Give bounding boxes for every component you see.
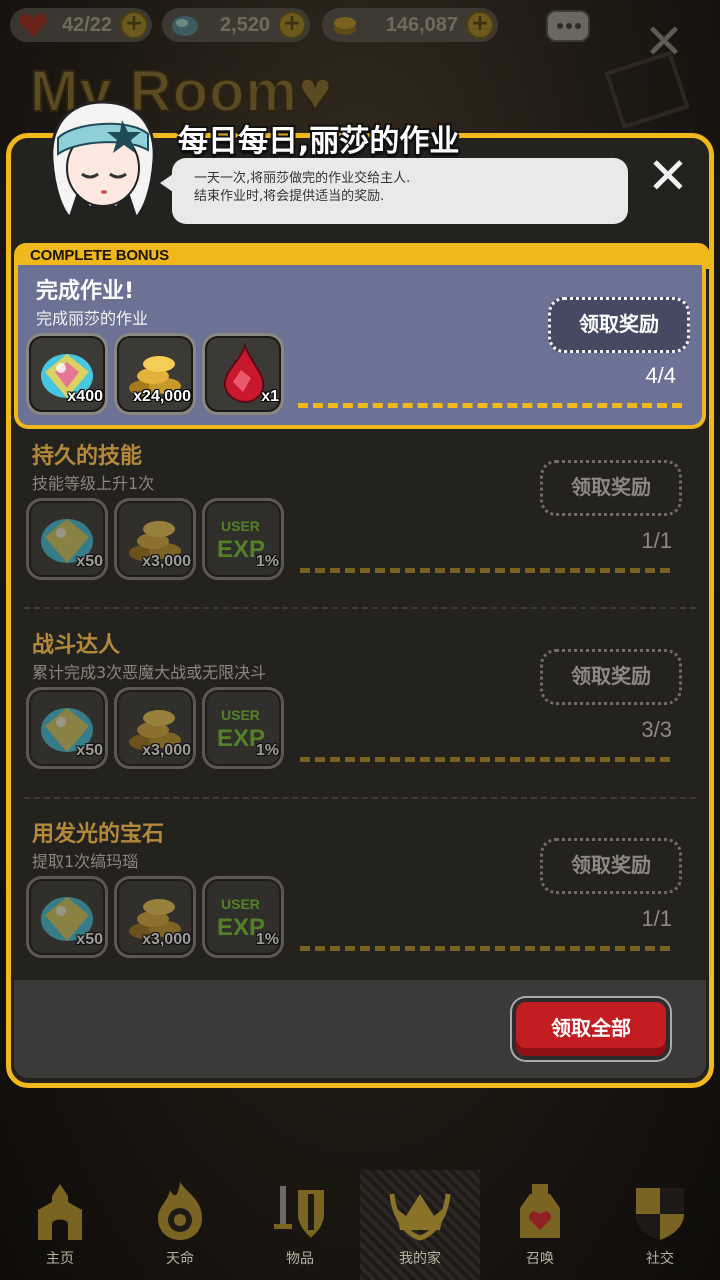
reward-gold-coins: x3,000	[114, 687, 196, 769]
nav-home[interactable]: 主页	[0, 1170, 120, 1280]
mission-dialog-title: 每日每日,丽莎的作业	[178, 124, 460, 159]
mission-title: 完成作业!	[36, 279, 135, 304]
background-close-icon: ✕	[643, 14, 685, 70]
claim-reward-button[interactable]: 领取奖励	[540, 838, 682, 894]
mission-progress: 4/4	[645, 363, 676, 388]
mission-progress: 1/1	[641, 528, 672, 553]
nav-summon[interactable]: 召唤	[480, 1170, 600, 1280]
mission-row-battle-master: 战斗达人 累计完成3次恶魔大战或无限决斗 x50 x3,000 USER EXP	[14, 619, 706, 804]
gold-coin-icon	[334, 17, 356, 35]
mission-title: 战斗达人	[32, 633, 121, 658]
items-sword-shield-icon	[274, 1186, 324, 1238]
reward-quantity: x50	[76, 553, 103, 570]
nav-label: 天命	[166, 1251, 194, 1267]
fate-flame-icon	[158, 1182, 202, 1240]
nav-my-home[interactable]: 我的家	[360, 1170, 480, 1280]
reward-user-exp: USER EXP 1%	[202, 498, 284, 580]
reward-quantity: x3,000	[142, 931, 191, 948]
reward-quantity: x3,000	[142, 553, 191, 570]
top-status-bar: 42/22 + 2,520 + 146,087 +	[0, 0, 720, 50]
claim-reward-button[interactable]: 领取奖励	[540, 460, 682, 516]
mission-title: 持久的技能	[32, 444, 143, 469]
mission-row-complete-homework: 完成作业! 完成丽莎的作业 x400 x24,000 x1 领取奖励 4/4	[14, 265, 706, 429]
reward-quantity: 1%	[255, 553, 279, 570]
mission-description: 技能等级上升1次	[32, 474, 155, 493]
gem-icon	[172, 16, 198, 36]
mission-title: 用发光的宝石	[32, 822, 165, 847]
mission-row-glowing-gem: 用发光的宝石 提取1次缟玛瑙 x50 x3,000 USER EXP 1% 领取…	[14, 808, 706, 993]
reward-quantity: x400	[67, 388, 103, 405]
reward-rainbow-gem: x50	[26, 498, 108, 580]
reward-rainbow-gem: x50	[26, 687, 108, 769]
add-gems-button[interactable]: +	[278, 11, 306, 39]
reward-user-exp: USER EXP 1%	[202, 876, 284, 958]
social-shield-icon	[636, 1188, 684, 1240]
mission-description: 累计完成3次恶魔大战或无限决斗	[32, 663, 267, 682]
speech-bubble: 一天一次,将丽莎做完的作业交给主人. 结束作业时,将会提供适当的奖励.	[160, 158, 628, 224]
reward-quantity: x50	[76, 742, 103, 759]
progress-dash-line	[300, 946, 670, 951]
svg-text:USER: USER	[221, 518, 260, 534]
mission-description: 提取1次缟玛瑙	[32, 852, 139, 871]
progress-dash-line	[300, 757, 670, 762]
mission-row-skill-up: 持久的技能 技能等级上升1次 x50 x3,000 USER EXP 1% 领取…	[14, 430, 706, 615]
home-icon	[38, 1184, 82, 1240]
claim-all-button[interactable]: 领取全部	[512, 998, 670, 1060]
reward-quantity: x3,000	[142, 742, 191, 759]
nav-label: 召唤	[526, 1251, 554, 1267]
row-divider	[24, 607, 696, 609]
claim-reward-button[interactable]: 领取奖励	[540, 649, 682, 705]
add-hearts-button[interactable]: +	[120, 11, 148, 39]
nav-fate[interactable]: 天命	[120, 1170, 240, 1280]
progress-dash-line	[300, 568, 670, 573]
progress-dash-line	[298, 403, 682, 408]
hearts-value: 42/22	[61, 14, 112, 36]
nav-items[interactable]: 物品	[240, 1170, 360, 1280]
nav-social[interactable]: 社交	[600, 1170, 720, 1280]
mission-description: 完成丽莎的作业	[36, 309, 149, 328]
reward-user-exp: USER EXP 1%	[202, 687, 284, 769]
reward-gold-coins: x3,000	[114, 498, 196, 580]
reward-quantity: 1%	[255, 931, 279, 948]
summon-potion-icon	[520, 1184, 560, 1238]
claim-reward-button[interactable]: 领取奖励	[548, 297, 690, 353]
reward-quantity: x50	[76, 931, 103, 948]
gold-counter: 146,087 +	[322, 8, 498, 42]
add-gold-button[interactable]: +	[466, 11, 494, 39]
close-dialog-icon[interactable]: ✕	[646, 151, 690, 201]
nav-label: 物品	[286, 1251, 314, 1267]
reward-rainbow-gem: x400	[26, 333, 108, 415]
reward-quantity: x24,000	[133, 388, 191, 405]
reward-gold-coins: x3,000	[114, 876, 196, 958]
bottom-navigation: 主页 天命 物品 我的家 召唤 社交	[0, 1170, 720, 1280]
heart-icon	[19, 13, 47, 37]
chat-button[interactable]	[546, 10, 590, 42]
reward-quantity: 1%	[255, 742, 279, 759]
svg-text:USER: USER	[221, 896, 260, 912]
row-divider	[24, 797, 696, 799]
gold-value: 146,087	[385, 14, 458, 36]
gems-counter: 2,520 +	[162, 8, 310, 42]
mission-progress: 1/1	[641, 906, 672, 931]
reward-gold-coins: x24,000	[114, 333, 196, 415]
nav-label: 社交	[646, 1251, 674, 1267]
reward-rainbow-gem: x50	[26, 876, 108, 958]
nav-label: 我的家	[399, 1251, 441, 1267]
mission-progress: 3/3	[641, 717, 672, 742]
speech-line-1: 一天一次,将丽莎做完的作业交给主人.	[194, 171, 411, 186]
svg-text:USER: USER	[221, 707, 260, 723]
nav-label: 主页	[46, 1251, 74, 1267]
my-home-crown-icon	[389, 1193, 451, 1241]
lisa-avatar	[50, 100, 156, 221]
hearts-counter: 42/22 +	[10, 8, 152, 42]
reward-quantity: x1	[261, 388, 279, 405]
gems-value: 2,520	[219, 14, 270, 36]
reward-red-crystal: x1	[202, 333, 284, 415]
speech-line-2: 结束作业时,将会提供适当的奖励.	[194, 189, 385, 204]
